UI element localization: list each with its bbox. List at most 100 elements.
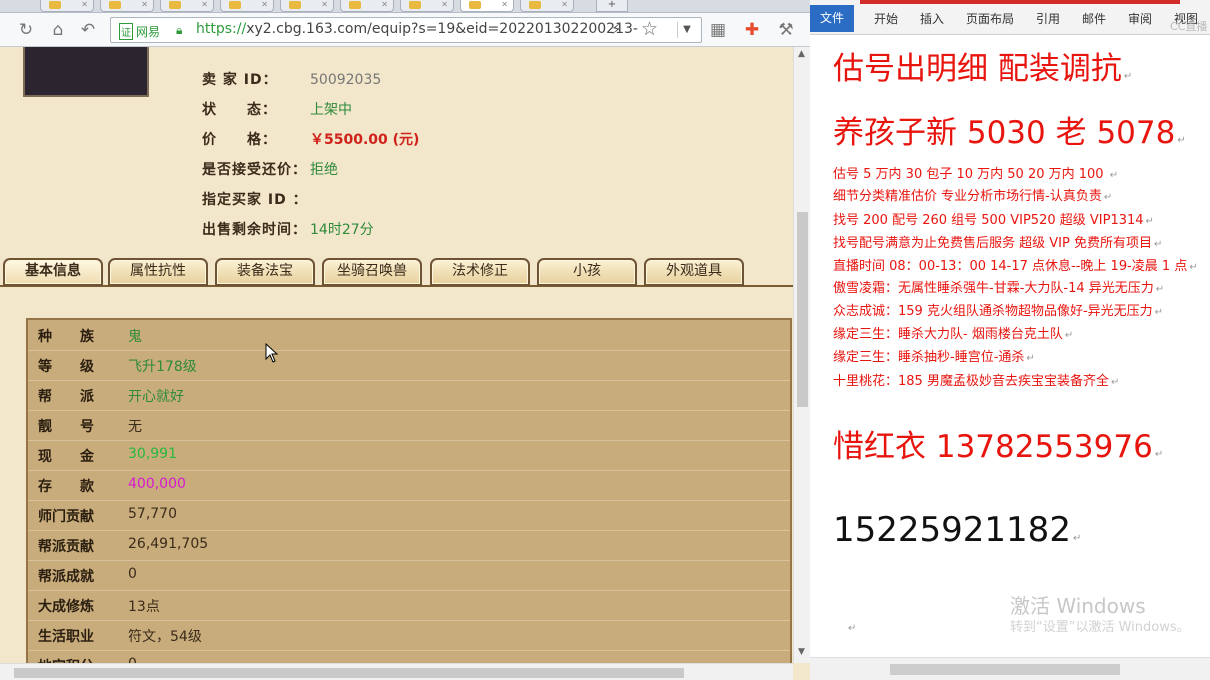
url-text[interactable]: https://xy2.cbg.163.com/equip?s=19&eid=2… (196, 21, 638, 37)
paragraph-mark-icon: ↵ (1064, 330, 1074, 341)
ribbon-tab[interactable]: 邮件 (1082, 10, 1106, 27)
close-tab-icon[interactable]: ✕ (261, 0, 268, 9)
new-tab-button[interactable]: + (596, 0, 628, 12)
bookmark-star-icon[interactable]: ☆ (641, 18, 658, 40)
attribute-value: 开心就好 (128, 389, 184, 405)
attribute-value: 鬼 (128, 329, 142, 345)
document-line: 十里桃花：185 男魔孟极妙音去疾宝宝装备齐全 ↵ (833, 370, 1119, 389)
attribute-row: 等 级 飞升178级 (28, 350, 790, 381)
close-tab-icon[interactable]: ✕ (81, 0, 88, 9)
browser-tab[interactable]: ✕ (40, 0, 94, 12)
document-line-text: 估号出明细 配装调抗 (833, 51, 1122, 87)
home-icon[interactable]: ⌂ (48, 20, 68, 40)
document-line: 估号 5 万内 30 包子 10 万内 50 20 万内 100 ↵ (833, 163, 1118, 182)
page-favicon-icon (229, 1, 241, 9)
attribute-row: 靓 号无 (28, 410, 790, 441)
ribbon-tab[interactable]: 文件 (810, 5, 854, 32)
page-tab[interactable]: 法术修正 (430, 258, 530, 286)
scrollbar-thumb[interactable] (797, 212, 808, 407)
address-bar[interactable]: 证网易 🔒︎ https://xy2.cbg.163.com/equip?s=1… (110, 17, 702, 43)
close-tab-icon[interactable]: ✕ (501, 0, 508, 9)
close-tab-icon[interactable]: ✕ (141, 0, 148, 9)
sale-info-value: 50092035 (310, 72, 382, 88)
ribbon-tab[interactable]: 插入 (920, 10, 944, 27)
scrollbar-thumb[interactable] (14, 668, 684, 678)
browser-tab-active[interactable]: ✕ (460, 0, 514, 12)
page-tab[interactable]: 坐骑召唤兽 (322, 258, 422, 286)
page-tab[interactable]: 装备法宝 (215, 258, 315, 286)
ribbon-tab[interactable]: 引用 (1036, 10, 1060, 27)
browser-tab[interactable]: ✕ (400, 0, 454, 12)
tools-wrench-icon[interactable]: ⚒ (776, 20, 796, 40)
close-tab-icon[interactable]: ✕ (201, 0, 208, 9)
paragraph-mark-icon: ↵ (1123, 71, 1133, 82)
word-document-window: 文件 开始 插入 页面布局 引用 邮件 审阅 视图 估号出明细 配装调抗 ↵ 养孩子新 5030 … (810, 0, 1210, 680)
browser-tab[interactable]: ✕ (520, 0, 574, 12)
paragraph-mark-icon: ↵ (1103, 192, 1113, 203)
document-line: 养孩子新 5030 老 5078 ↵ (833, 107, 1186, 152)
scroll-up-icon[interactable]: ▲ (798, 49, 805, 59)
scroll-down-icon[interactable]: ▼ (798, 647, 805, 657)
refresh-icon[interactable]: ↻ (16, 20, 36, 40)
paragraph-mark-icon: ↵ (848, 623, 857, 634)
attribute-row: 大成修炼 13点 (28, 590, 790, 621)
page-favicon-icon (349, 1, 361, 9)
basic-info-table: 种 族 鬼等 级 飞升178级帮 派 开心就好靓 号 无现 金 30,991 存 款 400,… (26, 318, 792, 663)
ribbon-tab[interactable]: 页面布局 (966, 10, 1014, 27)
extensions-grid-icon[interactable]: ▦ (708, 20, 728, 40)
document-horizontal-scrollbar[interactable] (810, 657, 1210, 680)
ribbon-tab[interactable]: 审阅 (1128, 10, 1152, 27)
browser-tab[interactable]: ✕ (100, 0, 154, 12)
browser-tab[interactable]: ✕ (280, 0, 334, 12)
page-tab[interactable]: 小孩 (537, 258, 637, 286)
attribute-row: 现 金 30,991 (28, 440, 790, 471)
page-favicon-icon (469, 1, 481, 9)
attribute-row: 存 款 400,000 (28, 470, 790, 501)
sale-info-row: 卖 家 ID： 50092035 (202, 69, 381, 89)
horizontal-scrollbar[interactable] (0, 663, 793, 680)
ribbon-tab[interactable]: 开始 (874, 10, 898, 27)
close-tab-icon[interactable]: ✕ (321, 0, 328, 9)
site-cert-indicator[interactable]: 证网易 (119, 23, 160, 40)
document-line: 惜红衣 13782553976 ↵ (833, 421, 1163, 466)
cert-badge-icon: 证 (119, 23, 133, 40)
page-tabs: 基本信息 属性抗性 装备法宝 坐骑召唤兽 法术修正 小孩 外观道具 (0, 255, 793, 287)
game-controller-icon[interactable]: ✚ (742, 20, 762, 40)
browser-window: ✕ ✕ ✕ ✕ ✕ ✕ ✕ ✕ ✕ + ↻ ⌂ ↶ 证网易 🔒︎ https:/… (0, 0, 810, 680)
paragraph-mark-icon: ↵ (1153, 239, 1163, 250)
browser-tab[interactable]: ✕ (160, 0, 214, 12)
browser-tab[interactable]: ✕ (220, 0, 274, 12)
back-icon[interactable]: ↶ (78, 20, 98, 40)
close-tab-icon[interactable]: ✕ (381, 0, 388, 9)
attribute-value: 26,491,705 (128, 536, 209, 552)
vertical-scrollbar[interactable]: ▲ ▼ (793, 47, 810, 663)
attribute-value: 符文，54级 (128, 629, 202, 645)
page-favicon-icon (289, 1, 301, 9)
attribute-value: 0 (128, 656, 137, 663)
page-tab[interactable]: 外观道具 (644, 258, 744, 286)
speed-mode-icon[interactable]: ⚡︎ (611, 20, 622, 38)
attribute-key: 帮派成就 (38, 569, 94, 585)
close-tab-icon[interactable]: ✕ (441, 0, 448, 9)
document-line: 直播时间 08：00-13：00 14-17 点休息--晚上 19-凌晨 1 点… (833, 255, 1198, 274)
document-line-text: 傲雪凌霜：无属性睡杀强牛-甘霖-大力队-14 异光无压力 (833, 281, 1154, 296)
attribute-key: 等 级 (38, 359, 94, 375)
sale-info-key: 指定买家 ID ： (202, 192, 308, 208)
page-favicon-icon (49, 1, 61, 9)
scrollbar-thumb[interactable] (890, 664, 1120, 675)
url-dropdown-icon[interactable]: ▼ (677, 22, 696, 38)
browser-tab[interactable]: ✕ (340, 0, 394, 12)
attribute-row: 帮派贡献 26,491,705 (28, 530, 790, 561)
page-tab[interactable]: 基本信息 (3, 258, 103, 286)
character-thumbnail (23, 47, 149, 97)
attribute-key: 种 族 (38, 329, 94, 345)
close-tab-icon[interactable]: ✕ (561, 0, 568, 9)
sale-info-key: 是否接受还价： (202, 162, 307, 178)
document-line-text: 找号 200 配号 260 组号 500 VIP520 超级 VIP1314 (833, 213, 1144, 228)
attribute-value: 飞升178级 (128, 359, 197, 375)
attribute-key: 现 金 (38, 449, 94, 465)
page-favicon-icon (529, 1, 541, 9)
page-tab[interactable]: 属性抗性 (108, 258, 208, 286)
document-page[interactable]: 估号出明细 配装调抗 ↵ 养孩子新 5030 老 5078 ↵ 估号 5 万内 30 包… (810, 35, 1210, 680)
attribute-row: 帮 派 开心就好 (28, 380, 790, 411)
